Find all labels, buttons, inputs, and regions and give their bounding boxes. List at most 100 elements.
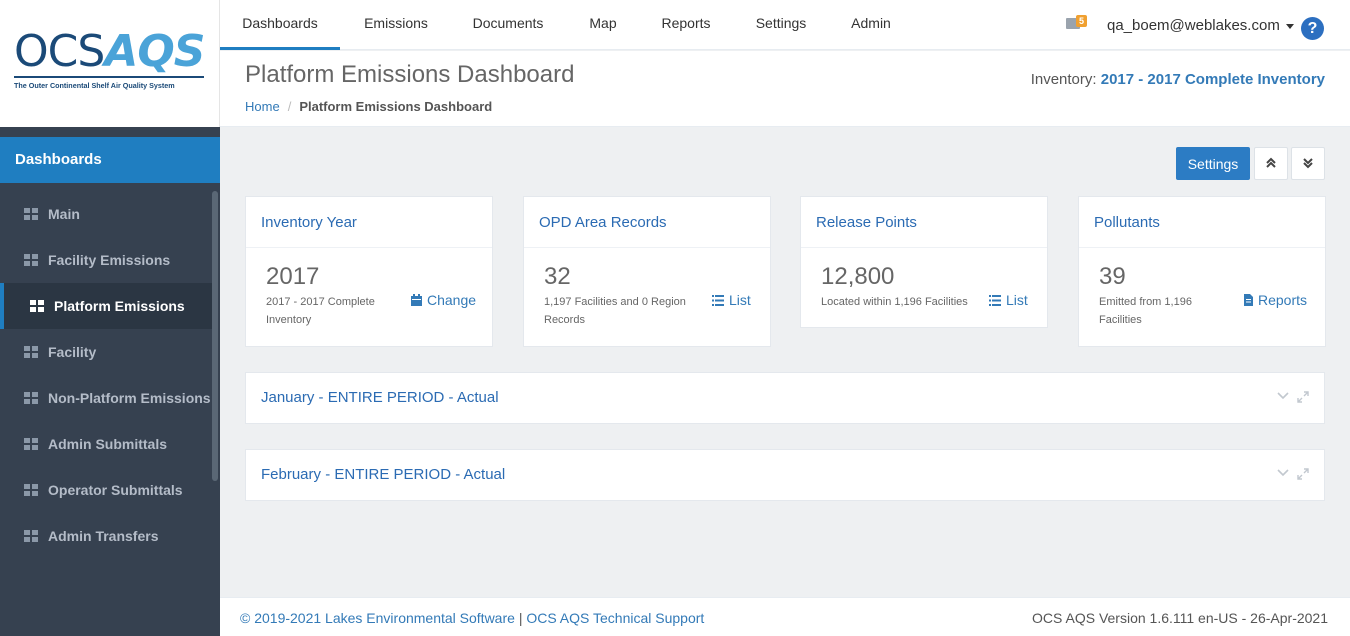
settings-button[interactable]: Settings bbox=[1176, 147, 1250, 180]
sidebar-item-admin-transfers[interactable]: Admin Transfers bbox=[0, 513, 212, 559]
logo-aqs: AQS bbox=[104, 26, 205, 77]
breadcrumb: Home / Platform Emissions Dashboard bbox=[245, 99, 492, 114]
sidebar-item-label: Facility bbox=[48, 344, 97, 360]
list-link-label: List bbox=[729, 292, 751, 308]
ocs-aqs-logo[interactable]: OCSAQS The Outer Continental Shelf Air Q… bbox=[14, 30, 206, 92]
card-title: Inventory Year bbox=[246, 197, 492, 248]
grid-icon bbox=[24, 484, 38, 496]
list-icon bbox=[989, 295, 1001, 306]
sidebar-item-operator-submittals[interactable]: Operator Submittals bbox=[0, 467, 212, 513]
page-title: Platform Emissions Dashboard bbox=[245, 61, 575, 88]
collapse-all-button[interactable] bbox=[1254, 147, 1288, 180]
grid-icon bbox=[24, 254, 38, 266]
tab-admin[interactable]: Admin bbox=[840, 0, 902, 50]
calendar-icon bbox=[411, 294, 422, 306]
sidebar-item-label: Facility Emissions bbox=[48, 252, 171, 268]
sidebar-item-label: Main bbox=[48, 206, 80, 222]
grid-icon bbox=[30, 300, 44, 312]
copyright-link[interactable]: © 2019-2021 Lakes Environmental Software bbox=[240, 610, 515, 626]
card-description: 1,197 Facilities and 0 Region Records bbox=[544, 296, 686, 326]
version-info: OCS AQS Version 1.6.111 en-US - 26-Apr-2… bbox=[1032, 610, 1328, 626]
card-value: 32 bbox=[544, 263, 571, 290]
tab-settings[interactable]: Settings bbox=[743, 0, 819, 50]
expand-all-button[interactable] bbox=[1291, 147, 1325, 180]
sidebar-item-label: Platform Emissions bbox=[54, 298, 185, 314]
breadcrumb-home-link[interactable]: Home bbox=[245, 99, 280, 114]
logo-ocs: OCS bbox=[14, 26, 105, 77]
footer: © 2019-2021 Lakes Environmental Software… bbox=[220, 597, 1350, 636]
card-opd-area-records: OPD Area Records 32 1,197 Facilities and… bbox=[523, 196, 771, 347]
card-value: 12,800 bbox=[821, 263, 895, 290]
breadcrumb-separator: / bbox=[287, 99, 292, 114]
user-email: qa_boem@weblakes.com bbox=[1107, 17, 1280, 34]
tab-documents[interactable]: Documents bbox=[460, 0, 556, 50]
sidebar-item-platform-emissions[interactable]: Platform Emissions bbox=[0, 283, 212, 329]
grid-icon bbox=[24, 346, 38, 358]
list-link-label: List bbox=[1006, 292, 1028, 308]
double-chevron-down-icon bbox=[1303, 158, 1313, 169]
grid-icon bbox=[24, 392, 38, 404]
help-icon[interactable]: ? bbox=[1301, 17, 1324, 40]
sidebar-scrollbar[interactable] bbox=[212, 191, 218, 481]
grid-icon bbox=[24, 438, 38, 450]
breadcrumb-current: Platform Emissions Dashboard bbox=[299, 99, 493, 114]
card-pollutants: Pollutants 39 Emitted from 1,196 Facilit… bbox=[1078, 196, 1326, 347]
sidebar-item-main[interactable]: Main bbox=[0, 191, 212, 237]
chevron-down-icon[interactable] bbox=[1277, 469, 1289, 477]
card-title: OPD Area Records bbox=[524, 197, 770, 248]
change-link[interactable]: Change bbox=[411, 292, 476, 308]
expand-icon[interactable] bbox=[1297, 468, 1309, 480]
card-value: 2017 bbox=[266, 263, 320, 290]
double-chevron-up-icon bbox=[1266, 157, 1276, 168]
sidebar-menu: Main Facility Emissions Platform Emissio… bbox=[0, 191, 212, 559]
mail-count-badge: 5 bbox=[1076, 15, 1088, 27]
sidebar-item-facility-emissions[interactable]: Facility Emissions bbox=[0, 237, 212, 283]
logo-area: OCSAQS The Outer Continental Shelf Air Q… bbox=[0, 0, 220, 127]
inventory-label: Inventory: bbox=[1030, 71, 1097, 88]
user-menu[interactable]: qa_boem@weblakes.com bbox=[1107, 17, 1294, 34]
card-title: Pollutants bbox=[1079, 197, 1325, 248]
panel-february: February - ENTIRE PERIOD - Actual bbox=[245, 449, 1325, 501]
expand-icon[interactable] bbox=[1297, 391, 1309, 403]
reports-link[interactable]: Reports bbox=[1244, 292, 1307, 308]
card-inventory-year: Inventory Year 2017 2017 - 2017 Complete… bbox=[245, 196, 493, 347]
sidebar-item-label: Admin Transfers bbox=[48, 528, 159, 544]
logo-wordmark: OCSAQS bbox=[14, 30, 206, 74]
card-title: Release Points bbox=[801, 197, 1047, 248]
inventory-value-link[interactable]: 2017 - 2017 Complete Inventory bbox=[1101, 71, 1325, 88]
sidebar-section-dashboards[interactable]: Dashboards bbox=[0, 137, 220, 183]
sidebar-item-label: Admin Submittals bbox=[48, 436, 168, 452]
tab-dashboards[interactable]: Dashboards bbox=[220, 0, 340, 50]
card-value: 39 bbox=[1099, 263, 1126, 290]
change-link-label: Change bbox=[427, 292, 477, 308]
top-navigation: Dashboards Emissions Documents Map Repor… bbox=[220, 0, 1350, 50]
document-icon bbox=[1244, 294, 1253, 306]
panel-title[interactable]: February - ENTIRE PERIOD - Actual bbox=[261, 466, 505, 483]
grid-icon bbox=[24, 530, 38, 542]
card-description: Emitted from 1,196 Facilities bbox=[1099, 296, 1192, 326]
grid-icon bbox=[24, 208, 38, 220]
panel-title[interactable]: January - ENTIRE PERIOD - Actual bbox=[261, 389, 499, 406]
sidebar-item-facility[interactable]: Facility bbox=[0, 329, 212, 375]
chevron-down-icon[interactable] bbox=[1277, 392, 1289, 400]
sidebar-item-label: Operator Submittals bbox=[48, 482, 183, 498]
caret-down-icon bbox=[1285, 23, 1294, 29]
card-description: Located within 1,196 Facilities bbox=[821, 296, 968, 308]
card-release-points: Release Points 12,800 Located within 1,1… bbox=[800, 196, 1048, 328]
sidebar-item-admin-submittals[interactable]: Admin Submittals bbox=[0, 421, 212, 467]
list-link[interactable]: List bbox=[989, 292, 1028, 308]
list-link[interactable]: List bbox=[712, 292, 751, 308]
reports-link-label: Reports bbox=[1258, 292, 1308, 308]
logo-tagline: The Outer Continental Shelf Air Quality … bbox=[14, 81, 175, 90]
tab-emissions[interactable]: Emissions bbox=[352, 0, 440, 50]
technical-support-link[interactable]: OCS AQS Technical Support bbox=[526, 610, 704, 626]
page-header: Platform Emissions Dashboard Home / Platfo… bbox=[220, 51, 1350, 127]
list-icon bbox=[712, 295, 724, 306]
footer-left: © 2019-2021 Lakes Environmental Software… bbox=[240, 610, 704, 626]
sidebar-item-non-platform-emissions[interactable]: Non-Platform Emissions bbox=[0, 375, 212, 421]
footer-divider: | bbox=[518, 610, 523, 626]
inventory-indicator: Inventory: 2017 - 2017 Complete Inventor… bbox=[1031, 71, 1325, 88]
tab-map[interactable]: Map bbox=[578, 0, 628, 50]
tab-reports[interactable]: Reports bbox=[650, 0, 722, 50]
card-description: 2017 - 2017 Complete Inventory bbox=[266, 296, 375, 326]
